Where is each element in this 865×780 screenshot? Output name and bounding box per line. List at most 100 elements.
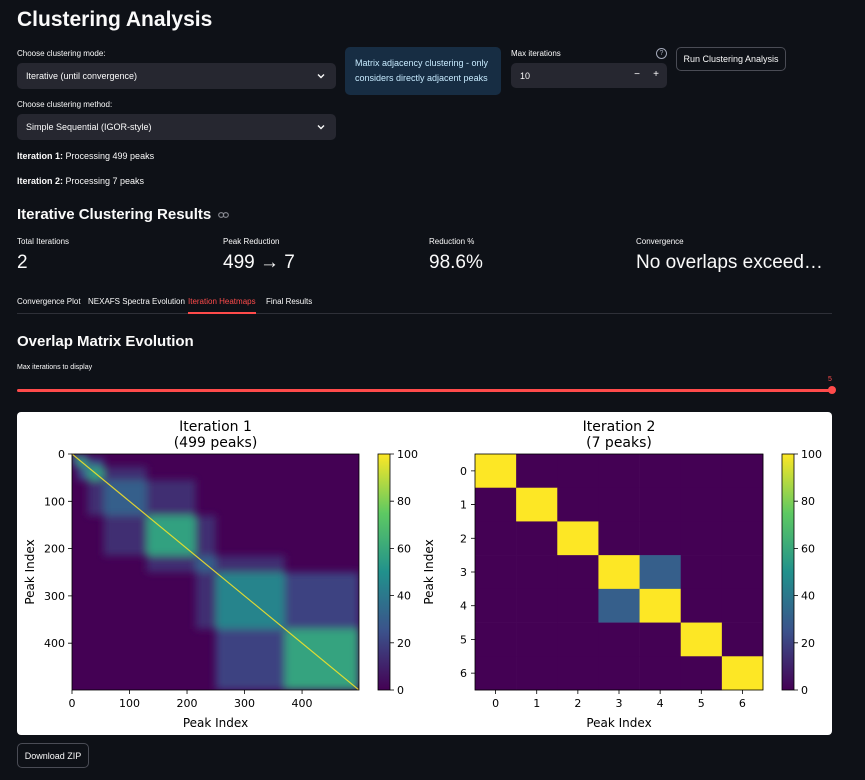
heatmap-2-colorbar-tick-label: 100 bbox=[801, 448, 822, 461]
mode-select[interactable]: Iterative (until convergence) bbox=[17, 63, 336, 89]
heatmap-2-xtick-label: 2 bbox=[574, 697, 581, 710]
log-line-bold: Iteration 2: bbox=[17, 176, 64, 186]
heatmap-2-cell bbox=[516, 487, 558, 522]
heatmap-1-colorbar-bar bbox=[377, 453, 391, 691]
heatmap-1-offblock bbox=[284, 572, 359, 629]
heatmap-2-colorbar-bar bbox=[781, 453, 795, 691]
heatmap-1-xtick-label: 100 bbox=[119, 697, 140, 710]
heatmap-2-ytick-label: 6 bbox=[460, 667, 467, 680]
metric-label-convergence: Convergence bbox=[636, 237, 684, 246]
heatmap-1-xtick-label: 0 bbox=[69, 697, 76, 710]
heatmap-2-cell bbox=[639, 521, 682, 556]
heatmap-2-cell bbox=[598, 487, 640, 522]
heatmap-2-cell bbox=[516, 656, 558, 691]
heatmap-1-colorbar-tick-label: 100 bbox=[397, 448, 418, 461]
heatmap-2-cell bbox=[475, 555, 517, 590]
heatmap-2-xtick-label: 0 bbox=[492, 697, 499, 710]
tab-convergence-plot[interactable]: Convergence Plot bbox=[17, 297, 81, 306]
slider-label: Max iterations to display bbox=[17, 364, 93, 371]
heatmap-2-cell bbox=[721, 454, 764, 489]
heatmap-1-offblock bbox=[146, 555, 196, 573]
heatmap-2-cell bbox=[721, 555, 764, 590]
heatmap-1-colorbar-tick-label: 80 bbox=[397, 495, 411, 508]
metric-value-total-iterations: 2 bbox=[17, 252, 28, 273]
heatmap-1-offblock bbox=[215, 628, 285, 690]
heatmap-2-cell bbox=[680, 555, 723, 590]
mode-label: Choose clustering mode: bbox=[17, 49, 106, 58]
heatmap-2-cell bbox=[721, 656, 764, 691]
heatmap-1-offblock bbox=[103, 466, 147, 481]
heatmap-2-cell bbox=[639, 656, 682, 691]
heatmap-2-ytick-label: 0 bbox=[460, 465, 467, 478]
heatmap-1-offblock bbox=[215, 555, 285, 573]
results-heading-text: Iterative Clustering Results bbox=[17, 206, 212, 223]
slider-thumb[interactable] bbox=[828, 386, 836, 394]
metric-label-reduction-percent: Reduction % bbox=[429, 237, 475, 246]
heatmap-2-ytick-label: 1 bbox=[460, 499, 467, 512]
link-icon[interactable] bbox=[218, 211, 230, 219]
heatmap-2-cell bbox=[516, 521, 558, 556]
heatmap-2-cell bbox=[680, 656, 723, 691]
heatmap-2-cell bbox=[721, 521, 764, 556]
heatmap-2-cell bbox=[475, 521, 517, 556]
download-zip-button[interactable]: Download ZIP bbox=[17, 743, 89, 768]
metric-value-convergence: No overlaps exceed… bbox=[636, 252, 823, 273]
increment-button[interactable]: + bbox=[650, 69, 662, 80]
heatmap-2-cell bbox=[598, 521, 640, 556]
log-line-bold: Iteration 1: bbox=[17, 151, 64, 161]
heatmap-1-xtick-label: 200 bbox=[177, 697, 198, 710]
heatmap-1-offblock bbox=[87, 458, 104, 467]
heatmap-1-colorbar-tick-label: 60 bbox=[397, 542, 411, 555]
tab-nexafs-spectra-evolution[interactable]: NEXAFS Spectra Evolution bbox=[88, 297, 185, 306]
decrement-button[interactable]: − bbox=[631, 69, 643, 80]
tab-iteration-heatmaps[interactable]: Iteration Heatmaps bbox=[188, 297, 256, 306]
mode-select-value: Iterative (until convergence) bbox=[26, 71, 138, 81]
heatmap-2-colorbar-tick-label: 40 bbox=[801, 590, 815, 603]
help-icon[interactable]: ? bbox=[656, 48, 667, 59]
heatmap-2-cell bbox=[557, 555, 599, 590]
max-iterations-input[interactable]: 10 − + bbox=[511, 63, 667, 88]
heatmap-2-cell bbox=[516, 454, 558, 489]
heatmap-1-subtitle: (499 peaks) bbox=[174, 435, 258, 451]
method-select[interactable]: Simple Sequential (IGOR-style) bbox=[17, 114, 336, 140]
heatmap-2-cell bbox=[475, 454, 517, 489]
heatmap-2-cell bbox=[598, 454, 640, 489]
heatmap-1-offblock bbox=[195, 572, 216, 629]
heatmap-2-cell bbox=[639, 487, 682, 522]
heatmap-1-ytick-label: 300 bbox=[44, 590, 65, 603]
heatmap-1-xtick-label: 400 bbox=[292, 697, 313, 710]
heatmap-2-cell bbox=[680, 588, 723, 623]
heatmap-2-cell bbox=[475, 588, 517, 623]
heatmap-1-xtick-label: 300 bbox=[234, 697, 255, 710]
chevron-down-icon bbox=[317, 125, 325, 130]
heatmap-2-ytick-label: 5 bbox=[460, 633, 467, 646]
heatmap-2-colorbar-tick-label: 0 bbox=[801, 684, 808, 697]
heatmap-1-offblock bbox=[77, 466, 88, 481]
heatmap-1-ylabel: Peak Index bbox=[23, 539, 37, 604]
heatmap-figure-svg: 0 100 200 300 4000100200300400Iteration 1(49… bbox=[23, 419, 822, 730]
heatmap-2-xlabel: Peak Index bbox=[586, 716, 651, 730]
heatmap-figure: 0 100 200 300 400 0 100 200 300 400 Iteration 1 (49… bbox=[17, 412, 832, 735]
heatmap-2-cell bbox=[475, 487, 517, 522]
slider-value: 5 bbox=[828, 376, 832, 383]
metric-value-peak-reduction: 499 → 7 bbox=[223, 252, 295, 273]
method-label: Choose clustering method: bbox=[17, 100, 113, 109]
tab-border bbox=[17, 313, 832, 314]
heatmap-2-cell bbox=[516, 555, 558, 590]
heatmap-2-cell bbox=[557, 656, 599, 691]
heatmap-1-colorbar-tick-label: 40 bbox=[397, 590, 411, 603]
tab-final-results[interactable]: Final Results bbox=[266, 297, 312, 306]
heatmap-2-cell bbox=[598, 555, 640, 590]
heatmap-2-cell bbox=[721, 588, 764, 623]
heatmap-2-cell bbox=[557, 622, 599, 657]
heatmap-1-title: Iteration 1 bbox=[179, 419, 252, 435]
log-line-text: Processing 7 peaks bbox=[63, 176, 145, 186]
heatmap-2-subtitle: (7 peaks) bbox=[586, 435, 652, 451]
heatmap-2-cell bbox=[475, 656, 517, 691]
run-clustering-button[interactable]: Run Clustering Analysis bbox=[676, 47, 786, 71]
heatmap-2-colorbar-tick-label: 60 bbox=[801, 542, 815, 555]
heatmap-1-offblock bbox=[77, 454, 88, 459]
max-iterations-value: 10 bbox=[520, 71, 531, 81]
slider-track[interactable] bbox=[17, 389, 832, 392]
heatmap-2-cell bbox=[598, 622, 640, 657]
